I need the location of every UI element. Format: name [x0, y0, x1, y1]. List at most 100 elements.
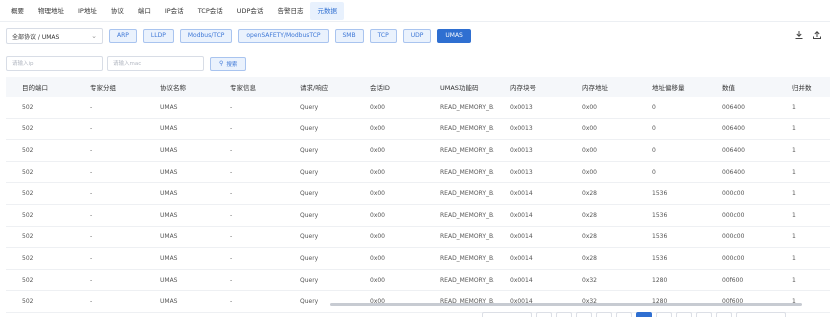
table-cell: Query — [300, 276, 319, 284]
protocol-select-value: 全部协议 / UMAS — [12, 33, 60, 41]
table-cell: 0x28 — [582, 190, 598, 198]
tab-6[interactable]: TCP会话 — [191, 2, 230, 20]
table-cell: 0x00 — [582, 125, 598, 133]
table-cell: 1 — [792, 146, 796, 154]
protocol-filter-chip[interactable]: SMB — [334, 29, 364, 43]
table-cell: - — [230, 211, 233, 219]
table-cell: - — [90, 190, 93, 198]
page-next-button[interactable] — [716, 312, 732, 317]
search-bar: ⚲ 搜索 — [6, 56, 247, 71]
table-cell: 502 — [22, 298, 34, 306]
protocol-filter-chip[interactable]: openSAFETY/ModbusTCP — [238, 29, 329, 43]
table-cell: UMAS — [160, 146, 178, 154]
table-cell: - — [90, 103, 93, 111]
table-row[interactable]: 502 - UMAS - Query 0x00 READ_MEMORY_B... 0x0014… — [6, 248, 830, 270]
table-cell: - — [230, 168, 233, 176]
table-cell: UMAS — [160, 190, 178, 198]
table-cell: 1 — [792, 233, 796, 241]
table-cell: 1 — [792, 211, 796, 219]
page-button[interactable] — [556, 312, 572, 317]
table-cell: 0x00 — [582, 146, 598, 154]
table-cell: 1536 — [652, 254, 668, 262]
table-cell: 1 — [792, 168, 796, 176]
chevron-down-icon: ⌄ — [91, 32, 97, 40]
protocol-select[interactable]: 全部协议 / UMAS ⌄ — [6, 28, 103, 44]
page-button[interactable] — [696, 312, 712, 317]
column-header: UMAS功能码 — [440, 84, 479, 92]
table-cell: Query — [300, 254, 319, 262]
page-button-current[interactable] — [636, 312, 652, 317]
table-cell: 000c00 — [722, 233, 745, 241]
table-cell: 006400 — [722, 146, 745, 154]
tab-5[interactable]: IP会话 — [158, 2, 191, 20]
table-cell: - — [230, 233, 233, 241]
table-cell: 0x0013 — [510, 168, 533, 176]
table-cell: 502 — [22, 233, 34, 241]
table-cell: 502 — [22, 276, 34, 284]
table-cell: UMAS — [160, 276, 178, 284]
table-cell: 0 — [652, 168, 656, 176]
page-jump-input[interactable] — [736, 312, 786, 317]
tab-8[interactable]: 告警日志 — [270, 2, 310, 20]
table-cell: - — [90, 146, 93, 154]
download-icon[interactable] — [792, 28, 806, 42]
table-cell: Query — [300, 125, 319, 133]
tab-0[interactable]: 概要 — [4, 2, 31, 20]
page-button[interactable] — [576, 312, 592, 317]
page-button[interactable] — [596, 312, 612, 317]
table-cell: 0x00 — [370, 103, 386, 111]
table-cell: Query — [300, 103, 319, 111]
column-header: 请求/响应 — [300, 84, 329, 92]
table-cell: 0x00 — [370, 190, 386, 198]
protocol-filter-chip[interactable]: Modbus/TCP — [179, 29, 233, 43]
table-cell: 502 — [22, 190, 34, 198]
table-row[interactable]: 502 - UMAS - Query 0x00 READ_MEMORY_B... 0x0013… — [6, 119, 830, 141]
horizontal-scrollbar[interactable] — [330, 303, 802, 307]
table-cell: UMAS — [160, 211, 178, 219]
page-button[interactable] — [616, 312, 632, 317]
table-cell: 0x00 — [370, 168, 386, 176]
protocol-filter-chip[interactable]: ARP — [109, 29, 137, 43]
table-cell: UMAS — [160, 103, 178, 111]
table-cell: 000c00 — [722, 254, 745, 262]
table-row[interactable]: 502 - UMAS - Query 0x00 READ_MEMORY_B... 0x0014… — [6, 205, 830, 227]
tab-2[interactable]: IP地址 — [71, 2, 104, 20]
tab-9[interactable]: 元数据 — [310, 2, 344, 20]
protocol-filter-chip[interactable]: UDP — [402, 29, 432, 43]
tab-1[interactable]: 物理地址 — [31, 2, 71, 20]
page-prev-button[interactable] — [536, 312, 552, 317]
mac-search-input[interactable] — [107, 56, 204, 71]
table-cell: UMAS — [160, 168, 178, 176]
page-button[interactable] — [676, 312, 692, 317]
table-row[interactable]: 502 - UMAS - Query 0x00 READ_MEMORY_B... 0x0013… — [6, 140, 830, 162]
protocol-filter-chip[interactable]: UMAS — [437, 29, 471, 43]
column-header: 协议名称 — [160, 84, 186, 92]
table-cell: - — [230, 298, 233, 306]
table-cell: UMAS — [160, 298, 178, 306]
page-size-select[interactable] — [482, 312, 532, 317]
protocol-filter-chip[interactable]: TCP — [369, 29, 397, 43]
ip-search-input[interactable] — [6, 56, 103, 71]
table-cell: 1536 — [652, 190, 668, 198]
scrollbar-thumb[interactable] — [330, 303, 802, 306]
table-row[interactable]: 502 - UMAS - Query 0x00 READ_MEMORY_B... 0x0014… — [6, 270, 830, 292]
toolbar-icons — [788, 28, 824, 42]
table-cell: READ_MEMORY_B... — [440, 211, 494, 219]
tab-7[interactable]: UDP会话 — [230, 2, 271, 20]
table-cell: Query — [300, 146, 319, 154]
upload-icon[interactable] — [810, 28, 824, 42]
table-row[interactable]: 502 - UMAS - Query 0x00 READ_MEMORY_B... 0x0013… — [6, 162, 830, 184]
table-cell: READ_MEMORY_B... — [440, 146, 494, 154]
table-row[interactable]: 502 - UMAS - Query 0x00 READ_MEMORY_B... 0x0014… — [6, 227, 830, 249]
table-row[interactable]: 502 - UMAS - Query 0x00 READ_MEMORY_B... 0x0013… — [6, 97, 830, 119]
protocol-filter-chip[interactable]: LLDP — [142, 29, 174, 43]
table-cell: 1536 — [652, 233, 668, 241]
search-button[interactable]: ⚲ 搜索 — [210, 56, 247, 71]
tab-4[interactable]: 端口 — [131, 2, 158, 20]
tab-3[interactable]: 协议 — [104, 2, 131, 20]
page-button[interactable] — [656, 312, 672, 317]
column-header: 内存块号 — [510, 84, 536, 92]
column-header: 内存地址 — [582, 84, 608, 92]
table-cell: 0x0014 — [510, 233, 533, 241]
table-row[interactable]: 502 - UMAS - Query 0x00 READ_MEMORY_B... 0x0014… — [6, 183, 830, 205]
